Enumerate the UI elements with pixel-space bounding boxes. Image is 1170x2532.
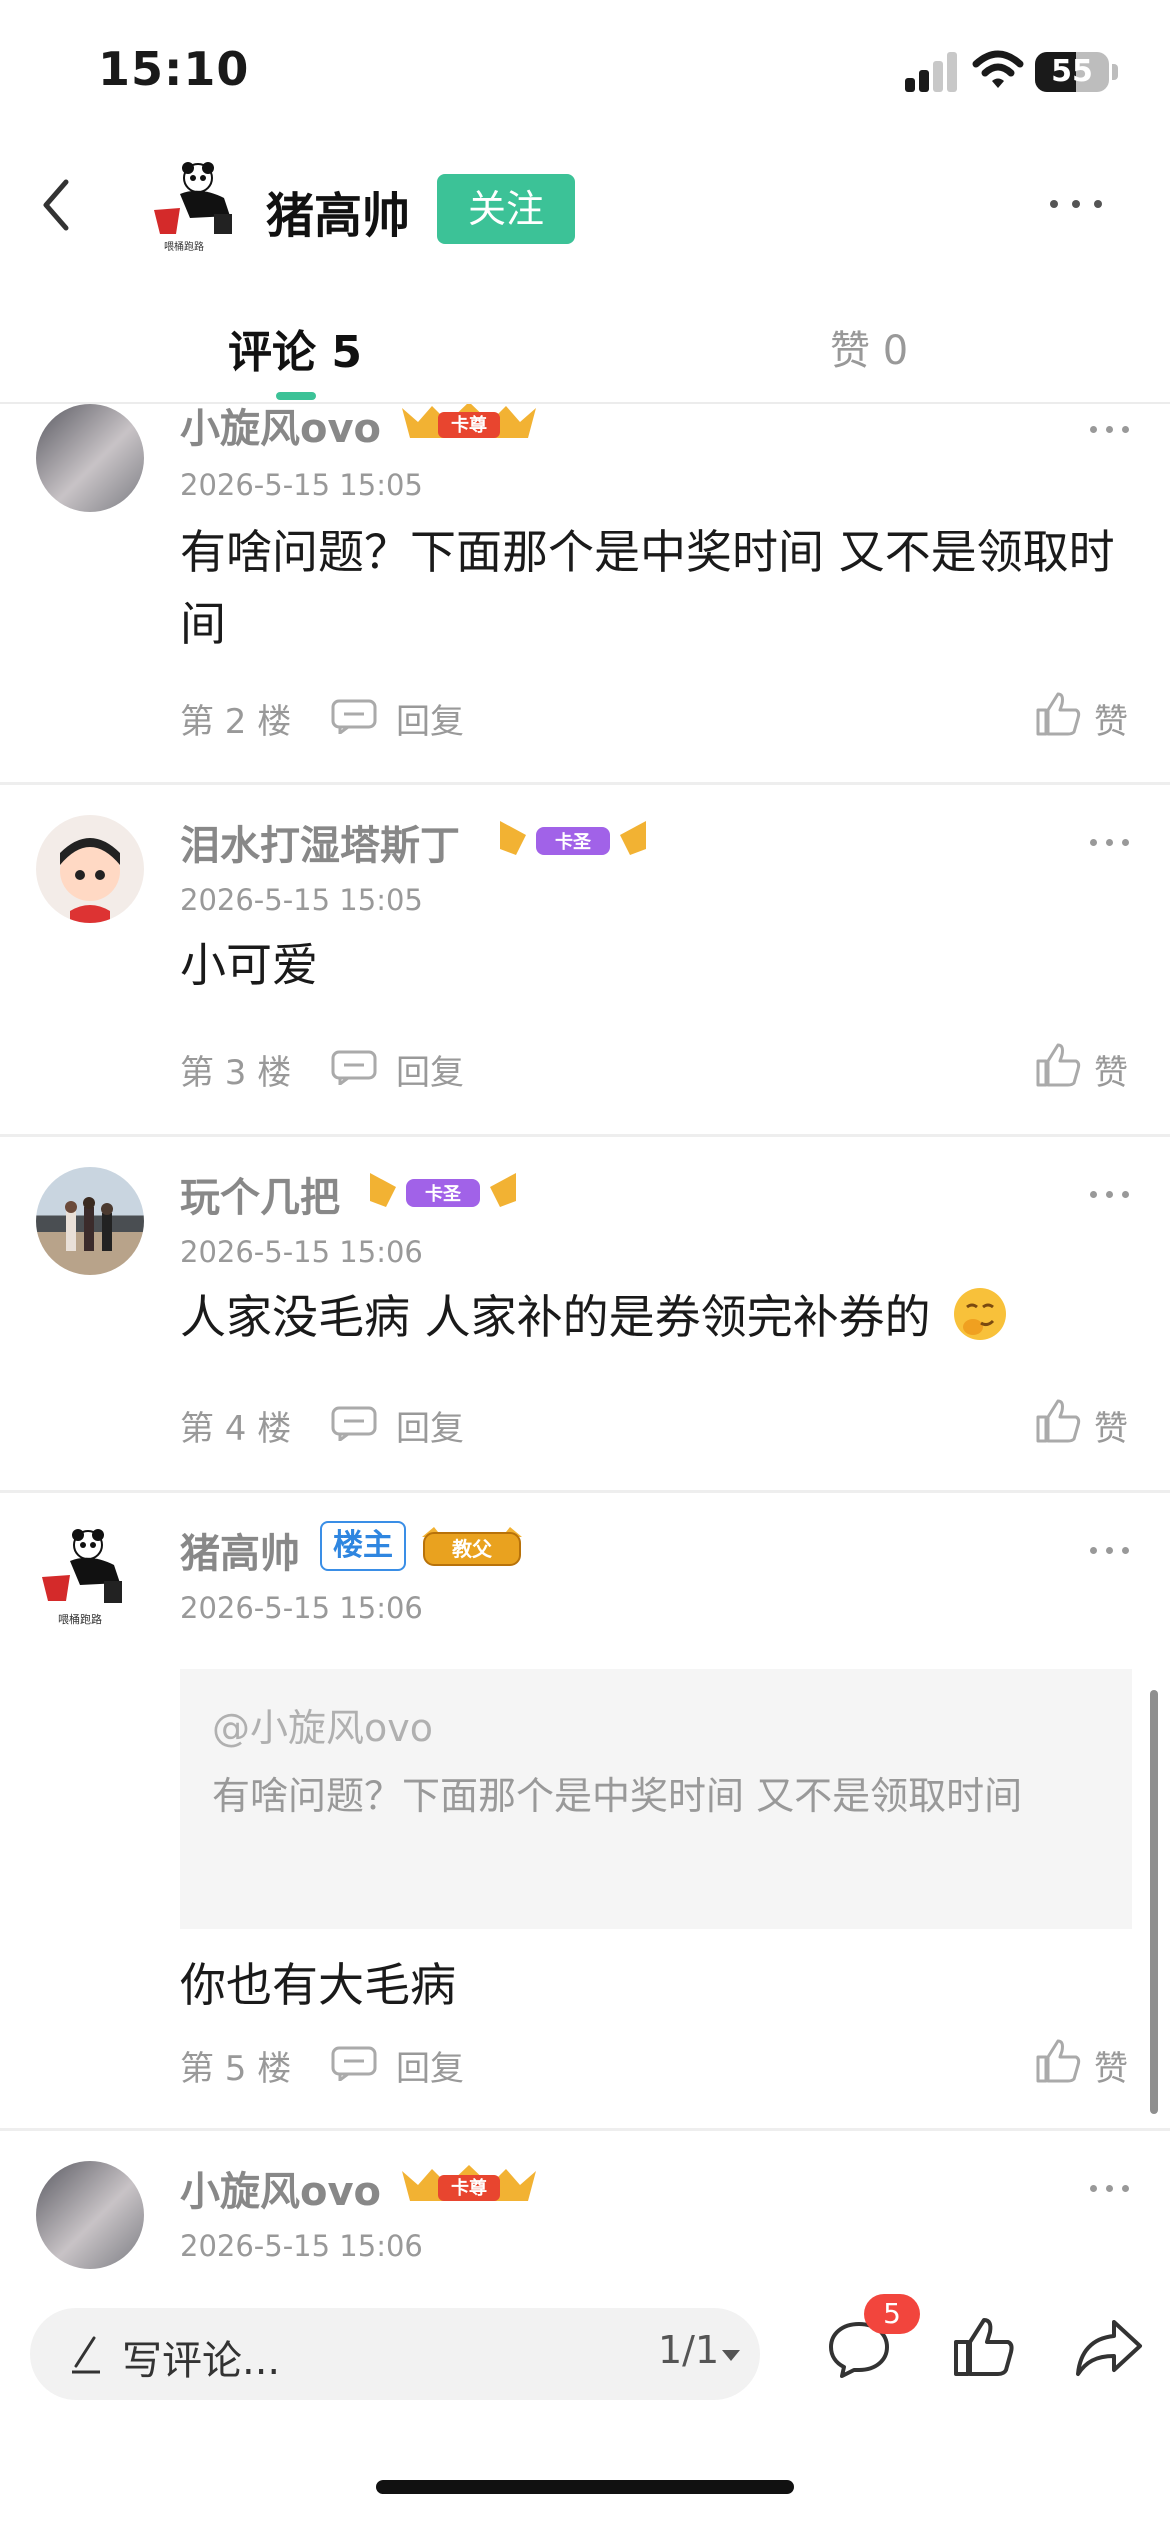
badge-text: 卡圣 xyxy=(555,831,592,853)
like-button[interactable]: 赞 xyxy=(1094,2041,1128,2090)
comment-username[interactable]: 小旋风ovo xyxy=(180,2159,381,2217)
comment-text: 人家没毛病 人家补的是券领完补券的 xyxy=(180,1290,931,1344)
bottom-bar: 写评论... 1/1 5 xyxy=(0,2294,1170,2532)
home-indicator[interactable] xyxy=(376,2480,794,2494)
tab-comments[interactable]: 评论 5 xyxy=(228,316,362,380)
comment-content: 有啥问题？下面那个是中奖时间 又不是领取时间 xyxy=(180,525,1115,651)
comment-list[interactable]: 小旋风ovo 卡尊 2026-5-15 15:05 有啥问题？下面那个是中奖时间… xyxy=(0,404,1170,2294)
comment-time: 2026-5-15 15:05 xyxy=(180,883,423,917)
avatar[interactable]: 喂桶跑路 xyxy=(36,1523,144,1631)
chevron-down-icon[interactable] xyxy=(722,2350,740,2361)
pen-icon xyxy=(72,2336,100,2374)
reply-icon[interactable] xyxy=(330,1049,378,1085)
tab-active-indicator xyxy=(276,392,316,400)
reply-button[interactable]: 回复 xyxy=(396,1401,464,1450)
comment-count-badge: 5 xyxy=(864,2294,920,2334)
like-button[interactable]: 赞 xyxy=(1094,694,1128,743)
floor-number: 第 3 楼 xyxy=(180,1053,292,1093)
avatar-caption: 喂桶跑路 xyxy=(164,240,204,253)
share-arrow-icon[interactable] xyxy=(1074,2316,1144,2378)
comment-more-icon[interactable] xyxy=(1090,416,1140,446)
comment-item: 喂桶跑路 猪高帅 楼主 教父 2026-5-15 15:06 @小旋风ovo 有… xyxy=(0,1493,1170,2133)
like-button[interactable]: 赞 xyxy=(1094,1401,1128,1450)
comment-time: 2026-5-15 15:05 xyxy=(180,468,423,502)
like-button[interactable]: 赞 xyxy=(1094,1045,1128,1094)
chevron-left-icon[interactable] xyxy=(28,170,88,240)
reply-icon[interactable] xyxy=(330,2045,378,2081)
smirk-face-icon xyxy=(954,1288,1007,1340)
comment-more-icon[interactable] xyxy=(1090,2175,1140,2205)
follow-button[interactable]: 关注 xyxy=(437,174,575,244)
page-title: 猪高帅 xyxy=(266,188,411,244)
avatar-caption: 喂桶跑路 xyxy=(58,1612,102,1626)
thumbs-up-icon[interactable] xyxy=(1034,690,1082,738)
floor-number: 第 5 楼 xyxy=(180,2049,292,2089)
badge-text: 卡圣 xyxy=(425,1183,462,1205)
quote-text: 有啥问题？下面那个是中奖时间 又不是领取时间 xyxy=(212,1774,1023,1818)
badge-text: 卡尊 xyxy=(451,414,487,436)
level-badge: 卡尊 xyxy=(402,404,536,438)
badge-text: 教父 xyxy=(452,1537,493,1561)
comment-item: 小旋风ovo 卡尊 2026-5-15 15:05 有啥问题？下面那个是中奖时间… xyxy=(0,404,1170,784)
quoted-comment[interactable]: @小旋风ovo 有啥问题？下面那个是中奖时间 又不是领取时间 xyxy=(180,1669,1132,1929)
level-badge: 卡尊 xyxy=(402,2165,536,2201)
badge-text: 卡尊 xyxy=(451,2177,487,2199)
floor-number: 第 2 楼 xyxy=(180,702,292,742)
avatar[interactable] xyxy=(36,2161,144,2269)
comment-item: 小旋风ovo 卡尊 2026-5-15 15:06 xyxy=(0,2131,1170,2294)
op-tag: 楼主 xyxy=(320,1521,406,1571)
reply-icon[interactable] xyxy=(330,698,378,734)
comment-content: 你也有大毛病 xyxy=(180,1958,456,2012)
reply-button[interactable]: 回复 xyxy=(396,2041,464,2090)
comment-item: 玩个几把 卡圣 2026-5-15 15:06 人家没毛病 人家补的是券领完补券… xyxy=(0,1137,1170,1492)
battery-icon: 55 xyxy=(1035,52,1109,92)
thumbs-up-icon[interactable] xyxy=(1034,2037,1082,2085)
comment-content: 人家没毛病 人家补的是券领完补券的 xyxy=(180,1281,1130,1353)
avatar[interactable]: 喂桶跑路 xyxy=(150,158,250,254)
comment-input-placeholder[interactable]: 写评论... xyxy=(122,2328,280,2386)
comment-more-icon[interactable] xyxy=(1090,1537,1140,1567)
wifi-icon xyxy=(972,50,1024,88)
battery-level: 55 xyxy=(1051,54,1093,89)
comment-input[interactable]: 写评论... 1/1 xyxy=(30,2308,760,2400)
page-indicator[interactable]: 1/1 xyxy=(658,2328,719,2372)
floor-number: 第 4 楼 xyxy=(180,1409,292,1449)
more-dots-icon[interactable] xyxy=(1048,190,1104,220)
comment-time: 2026-5-15 15:06 xyxy=(180,1235,423,1269)
comment-content: 小可爱 xyxy=(180,938,318,992)
comment-time: 2026-5-15 15:06 xyxy=(180,2229,423,2263)
scrollbar[interactable] xyxy=(1150,1690,1158,2114)
reply-button[interactable]: 回复 xyxy=(396,694,464,743)
level-badge: 教父 xyxy=(422,1527,522,1566)
comment-more-icon[interactable] xyxy=(1090,829,1140,859)
comment-username[interactable]: 猪高帅 xyxy=(180,1521,300,1579)
reply-icon[interactable] xyxy=(330,1405,378,1441)
comment-time: 2026-5-15 15:06 xyxy=(180,1591,423,1625)
cellular-signal-icon xyxy=(905,52,957,92)
comment-more-icon[interactable] xyxy=(1090,1181,1140,1211)
battery-tip xyxy=(1112,64,1118,80)
tab-likes[interactable]: 赞 0 xyxy=(830,318,908,376)
thumbs-up-icon[interactable] xyxy=(950,2314,1016,2380)
avatar[interactable] xyxy=(36,815,144,923)
comment-username[interactable]: 小旋风ovo xyxy=(180,404,381,454)
avatar[interactable] xyxy=(36,404,144,512)
quote-username[interactable]: @小旋风ovo xyxy=(212,1697,433,1752)
level-badge: 卡圣 xyxy=(500,821,646,855)
thumbs-up-icon[interactable] xyxy=(1034,1041,1082,1089)
comment-username[interactable]: 玩个几把 xyxy=(180,1165,340,1223)
comment-username[interactable]: 泪水打湿塔斯丁 xyxy=(180,813,460,871)
avatar[interactable] xyxy=(36,1167,144,1275)
reply-button[interactable]: 回复 xyxy=(396,1045,464,1094)
thumbs-up-icon[interactable] xyxy=(1034,1397,1082,1445)
comment-item: 泪水打湿塔斯丁 卡圣 2026-5-15 15:05 小可爱 第 3 楼 回复 … xyxy=(0,785,1170,1135)
status-time: 15:10 xyxy=(98,42,250,96)
status-bar: 15:10 55 xyxy=(0,0,1170,140)
level-badge: 卡圣 xyxy=(370,1173,516,1207)
